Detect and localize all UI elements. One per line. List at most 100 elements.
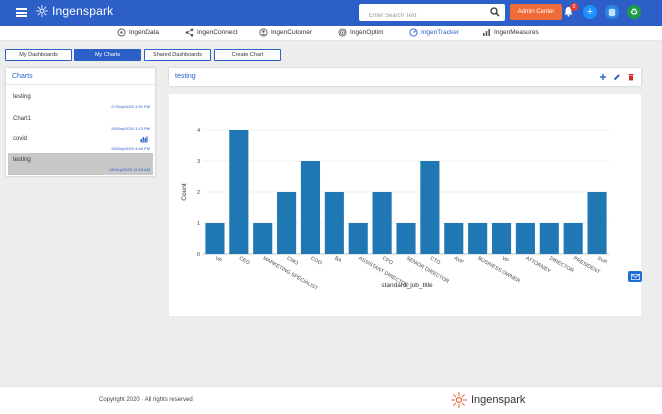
customer-icon: [259, 28, 268, 37]
bar: [563, 223, 583, 254]
x-tick-label: VP: [214, 256, 223, 265]
chart-list-item[interactable]: testing 27/Sep/2020 4:30 PM: [8, 90, 153, 112]
recycle-icon[interactable]: ♻: [627, 5, 641, 19]
logo-mark-icon: [36, 5, 48, 17]
copyright-text: Copyright 2020 · All rights reserved: [99, 397, 193, 403]
x-tick-label: VP: [501, 256, 510, 265]
bar-chart-icon: [140, 136, 148, 143]
module-label: IngenMeasures: [494, 29, 539, 36]
module-label: IngenCutomer: [271, 29, 313, 36]
chart-date: 28/Sep/2020 12:18 AM: [109, 167, 150, 172]
chart-name: testing: [13, 94, 31, 100]
admin-center-button[interactable]: Admin Center: [510, 4, 562, 20]
search-icon[interactable]: [490, 7, 500, 17]
module-nav: IngenData IngenConnect IngenCutomer Inge…: [0, 26, 662, 41]
y-tick-label: 3: [197, 159, 200, 165]
tab-my-charts[interactable]: My Charts: [74, 49, 141, 61]
notification-badge: 0: [570, 3, 578, 11]
database-icon: [117, 28, 126, 37]
x-tick-label: DIRECTOR: [548, 256, 575, 275]
module-ingenconnect[interactable]: IngenConnect: [185, 28, 237, 37]
footer-logo-text: Ingenspark: [471, 394, 526, 406]
add-icon[interactable]: +: [583, 5, 597, 19]
bar: [444, 223, 464, 254]
x-axis-label: standard_job_title: [381, 282, 433, 289]
app-logo[interactable]: Ingenspark: [35, 4, 113, 18]
add-icon[interactable]: [599, 73, 607, 81]
database-icon[interactable]: [605, 5, 619, 19]
create-chart-button[interactable]: Create Chart: [214, 49, 281, 61]
top-header: Ingenspark Admin Center 0 + ♻: [0, 0, 662, 26]
chart-name: Chart1: [13, 116, 32, 122]
chart-name: testing: [13, 157, 31, 163]
bar: [253, 223, 273, 254]
content-spacer: [0, 316, 662, 386]
chart-list-item[interactable]: Chart1 28/Sep/2020 3:13 PM: [8, 112, 153, 134]
measures-icon: [483, 29, 490, 36]
charts-panel-title: Charts: [6, 68, 155, 85]
bar: [324, 192, 344, 254]
y-tick-label: 2: [197, 190, 200, 196]
tab-my-dashboards[interactable]: My Dashboards: [5, 49, 72, 61]
edit-icon[interactable]: [613, 73, 621, 81]
search-box: [359, 4, 505, 25]
x-tick-label: CFO: [381, 256, 393, 267]
chart-date: 27/Sep/2020 4:30 PM: [111, 104, 150, 109]
chart-list-item-selected[interactable]: testing 28/Sep/2020 12:18 AM: [8, 153, 153, 175]
x-tick-label: CTO: [429, 256, 441, 267]
module-ingendata[interactable]: IngenData: [117, 28, 159, 37]
bar: [420, 161, 440, 254]
y-tick-label: 4: [197, 128, 200, 134]
bar: [205, 223, 225, 254]
module-ingenoptim[interactable]: IngenOptim: [338, 28, 384, 37]
bar-chart: 01234VP CEO MARKETING SPECIALISTCMO COO BA AS…: [181, 128, 609, 292]
y-tick-label: 1: [197, 221, 200, 227]
search-input[interactable]: [359, 7, 479, 25]
tracker-icon: [409, 28, 418, 37]
x-tick-label: SVP: [596, 256, 608, 267]
x-tick-label: CEO: [238, 256, 251, 267]
chart-name: covid: [13, 136, 28, 142]
envelope-icon: [630, 273, 640, 280]
bar: [229, 130, 249, 254]
y-axis-label: Count: [181, 183, 188, 201]
hamburger-menu-icon[interactable]: [16, 8, 27, 17]
bar: [396, 223, 416, 254]
app-name: Ingenspark: [52, 4, 114, 18]
delete-icon[interactable]: [627, 73, 635, 81]
chart-title-bar: testing: [169, 68, 641, 86]
module-label: IngenData: [129, 29, 159, 36]
chart-title: testing: [175, 73, 196, 80]
x-tick-label: BA: [333, 256, 342, 265]
bar: [372, 192, 392, 254]
chart-date: 28/Sep/2020 4:46 PM: [111, 146, 150, 151]
module-ingencutomer[interactable]: IngenCutomer: [259, 28, 312, 37]
y-tick-label: 0: [197, 252, 200, 258]
x-tick-label: BUSINESS OWNER: [477, 256, 521, 285]
logo-mark-icon: [451, 392, 467, 408]
bar: [515, 223, 535, 254]
database-glyph-icon: [608, 8, 616, 16]
bar: [539, 223, 559, 254]
bar: [587, 192, 607, 254]
chart-list-item[interactable]: covid 28/Sep/2020 4:46 PM: [8, 132, 153, 154]
x-tick-label: CMO: [286, 256, 299, 267]
footer: Copyright 2020 · All rights reserved Ing…: [0, 386, 662, 414]
bar: [491, 223, 512, 254]
chart-date: 28/Sep/2020 3:13 PM: [111, 126, 150, 131]
module-ingenmeasures[interactable]: IngenMeasures: [482, 28, 539, 37]
mail-icon[interactable]: [628, 271, 642, 282]
charts-panel: Charts testing 27/Sep/2020 4:30 PM Chart…: [6, 68, 155, 176]
bar: [468, 223, 488, 254]
chart-card: 0 1 2 3 4 VP CEO MARKETING SPECIALIST CMO COO BA AS…: [169, 94, 641, 316]
x-tick-label: ATTORNEY: [524, 256, 552, 275]
module-ingentracker[interactable]: IngenTracker: [409, 28, 459, 37]
x-tick-label: COO: [309, 256, 322, 267]
target-icon: [338, 28, 347, 37]
module-label: IngenOptim: [350, 29, 384, 36]
bar: [277, 192, 297, 254]
bar: [300, 161, 321, 254]
share-icon: [185, 28, 194, 37]
tab-shared-dashboards[interactable]: Shared Dashboards: [144, 49, 211, 61]
bar: [348, 223, 368, 254]
